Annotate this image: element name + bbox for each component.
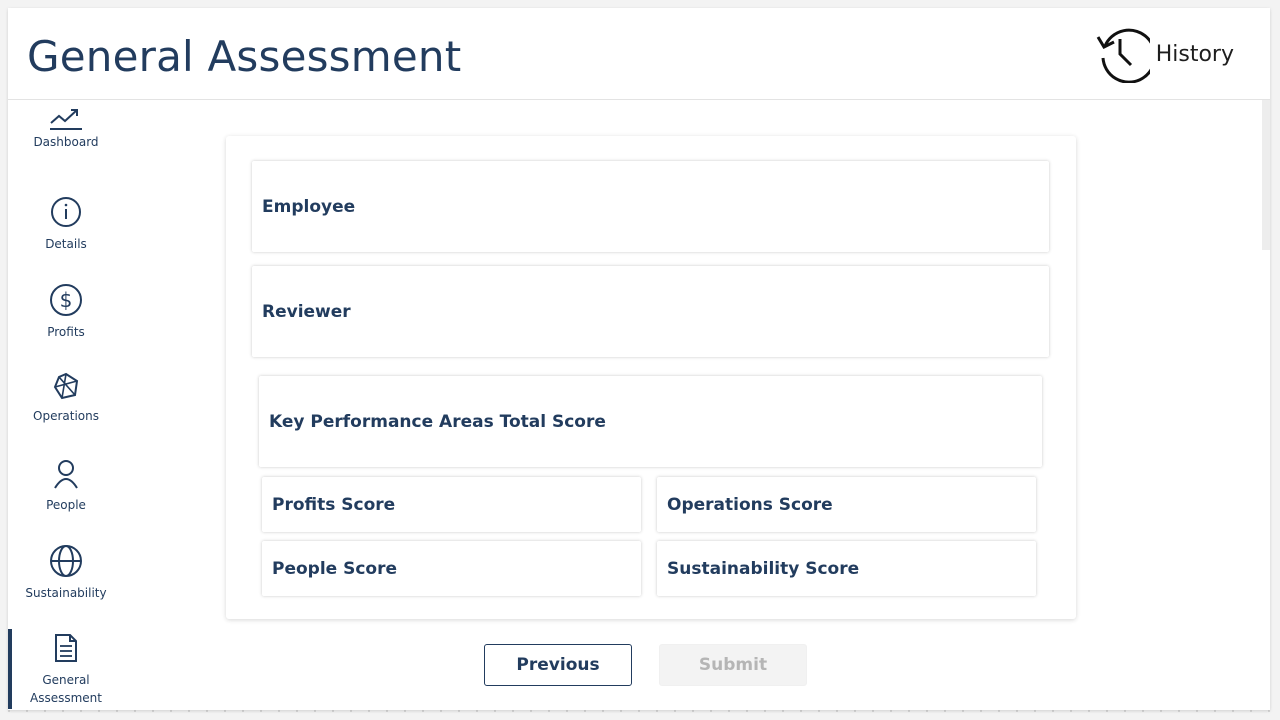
reviewer-field[interactable]: Reviewer xyxy=(252,266,1049,357)
sidebar-item-details[interactable]: Details xyxy=(8,195,124,253)
sidebar: Dashboard Details $ Profits Operations P… xyxy=(8,101,124,710)
sidebar-item-label: Sustainability xyxy=(25,586,107,600)
page-header: General Assessment History xyxy=(8,8,1270,100)
globe-icon xyxy=(8,544,124,578)
sidebar-item-profits[interactable]: $ Profits xyxy=(8,283,124,341)
sidebar-item-label: Operations xyxy=(33,409,99,423)
kpa-total-score-field[interactable]: Key Performance Areas Total Score xyxy=(259,376,1042,467)
sidebar-item-label: Dashboard xyxy=(33,135,99,149)
sidebar-item-operations[interactable]: Operations xyxy=(8,371,124,425)
employee-field[interactable]: Employee xyxy=(252,161,1049,252)
people-score-label: People Score xyxy=(272,558,398,579)
profits-score-label: Profits Score xyxy=(272,494,396,515)
sidebar-item-people[interactable]: People xyxy=(8,458,124,514)
sidebar-item-label-line2: Assessment xyxy=(30,691,102,705)
scrollbar[interactable] xyxy=(1262,100,1270,250)
assessment-form-card: Employee Reviewer Key Performance Areas … xyxy=(226,136,1076,619)
page-title: General Assessment xyxy=(27,32,462,81)
document-icon xyxy=(8,629,124,663)
info-icon xyxy=(8,195,124,229)
profits-score-field[interactable]: Profits Score xyxy=(262,477,641,532)
previous-button[interactable]: Previous xyxy=(484,644,632,686)
sidebar-item-sustainability[interactable]: Sustainability xyxy=(8,544,124,602)
sidebar-item-general-assessment[interactable]: General Assessment xyxy=(8,629,124,709)
history-button[interactable]: History xyxy=(1092,25,1234,83)
history-icon xyxy=(1092,25,1150,83)
operations-score-label: Operations Score xyxy=(667,494,833,515)
sidebar-item-label-line1: General xyxy=(42,673,90,687)
reviewer-label: Reviewer xyxy=(262,301,351,322)
sidebar-item-label: Details xyxy=(45,237,87,251)
sidebar-item-label: People xyxy=(46,498,86,512)
svg-text:$: $ xyxy=(60,288,73,312)
submit-button[interactable]: Submit xyxy=(659,644,807,686)
people-score-field[interactable]: People Score xyxy=(262,541,641,596)
network-icon xyxy=(8,371,124,401)
dollar-icon: $ xyxy=(8,283,124,317)
person-icon xyxy=(8,458,124,490)
operations-score-field[interactable]: Operations Score xyxy=(657,477,1036,532)
sidebar-item-label: Profits xyxy=(47,325,85,339)
trend-line-icon xyxy=(8,107,124,133)
sidebar-item-dashboard[interactable]: Dashboard xyxy=(8,107,124,151)
history-label: History xyxy=(1155,41,1234,67)
sustainability-score-label: Sustainability Score xyxy=(667,558,860,579)
kpa-total-score-label: Key Performance Areas Total Score xyxy=(269,411,606,432)
sustainability-score-field[interactable]: Sustainability Score xyxy=(657,541,1036,596)
employee-label: Employee xyxy=(262,196,356,217)
app-window: General Assessment History Dashboard Det… xyxy=(8,8,1270,710)
